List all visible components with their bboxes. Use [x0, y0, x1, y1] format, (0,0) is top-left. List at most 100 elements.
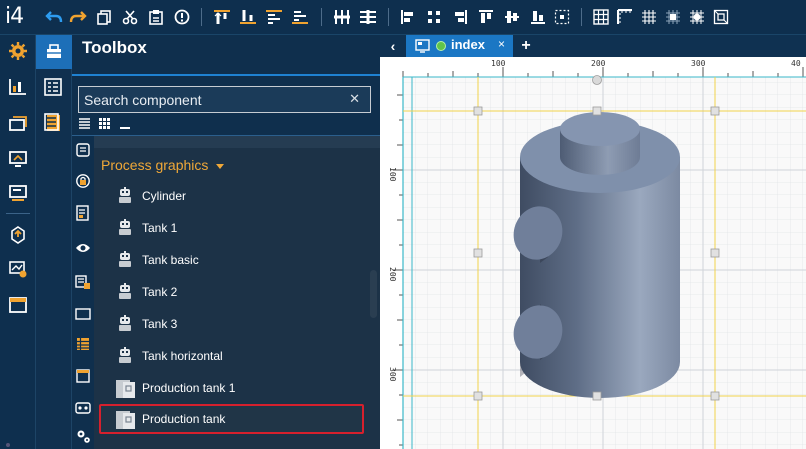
list-item[interactable]: Tank 1: [99, 213, 364, 243]
distribute-horizontal-icon[interactable]: [332, 6, 352, 28]
item-label: Tank basic: [142, 253, 199, 267]
list-item[interactable]: Production tank 1: [99, 373, 364, 403]
category-book-icon[interactable]: [75, 274, 91, 290]
align-top-icon[interactable]: [212, 6, 232, 28]
undo-icon[interactable]: [44, 6, 64, 28]
panel-switcher: [36, 35, 72, 449]
redo-icon[interactable]: [68, 6, 88, 28]
list-item[interactable]: Tank basic: [99, 245, 364, 275]
info-icon[interactable]: [172, 6, 192, 28]
list-view-icon[interactable]: [78, 117, 91, 135]
align-center-icon[interactable]: [424, 6, 444, 28]
list-item-selected[interactable]: Production tank: [99, 404, 364, 434]
window-icon[interactable]: [6, 293, 30, 317]
align-page-icon[interactable]: [552, 6, 572, 28]
dashboard-settings-icon[interactable]: [6, 257, 30, 281]
item-label: Tank 3: [142, 317, 178, 331]
category-display-icon[interactable]: [75, 306, 91, 322]
toolbar-separator: [581, 8, 582, 26]
item-label: Cylinder: [142, 189, 187, 203]
page-icon[interactable]: [44, 113, 62, 138]
snap-objects-icon[interactable]: [663, 6, 683, 28]
align-right-icon[interactable]: [450, 6, 470, 28]
robot-icon: [115, 314, 135, 334]
category-eye-icon[interactable]: [75, 240, 91, 256]
grid-view-icon[interactable]: [98, 117, 111, 135]
grid-icon[interactable]: [591, 6, 611, 28]
rotate-handle: [592, 75, 602, 85]
ruler-label: 200: [388, 267, 397, 282]
list-item[interactable]: Cylinder: [99, 181, 364, 211]
category-table-icon[interactable]: [75, 336, 91, 352]
panel-divider: [72, 74, 380, 76]
clear-search-icon[interactable]: ✕: [349, 91, 360, 107]
item-label: Tank horizontal: [142, 349, 223, 363]
align-baseline-icon[interactable]: [290, 6, 310, 28]
tabs-back-button[interactable]: ‹: [380, 35, 406, 57]
list-item[interactable]: Tank 2: [99, 277, 364, 307]
screen-icon: [415, 39, 430, 58]
design-canvas[interactable]: 100 200 300 40 100 200 300: [380, 57, 806, 449]
robot-icon: [115, 250, 135, 270]
chart-icon[interactable]: [6, 75, 30, 99]
list-header-strip: [94, 136, 380, 148]
app-logo: i4: [5, 4, 24, 29]
list-item[interactable]: Tank horizontal: [99, 341, 364, 371]
ruler-icon[interactable]: [615, 6, 635, 28]
align-vcenter-icon[interactable]: [264, 6, 284, 28]
align-bottom-edge-icon[interactable]: [528, 6, 548, 28]
robot-icon: [115, 218, 135, 238]
grid-settings-icon[interactable]: [687, 6, 707, 28]
ruler-label: 100: [388, 167, 397, 182]
component-list-icon[interactable]: [44, 78, 62, 101]
copy-icon[interactable]: [94, 6, 114, 28]
item-label: Production tank 1: [142, 381, 236, 395]
toolbar-separator: [201, 8, 202, 26]
component-icon: [115, 378, 135, 398]
list-item[interactable]: Tank 3: [99, 309, 364, 339]
list-scrollbar[interactable]: [370, 270, 377, 318]
align-top-edge-icon[interactable]: [476, 6, 496, 28]
distribute-vertical-icon[interactable]: [358, 6, 378, 28]
category-bar: [72, 136, 94, 449]
robot-icon: [115, 282, 135, 302]
sidebar-separator: [6, 213, 30, 214]
category-document-icon[interactable]: [75, 205, 91, 221]
tab-index[interactable]: index ×: [406, 35, 513, 57]
category-lock-icon[interactable]: [75, 173, 91, 189]
align-left-icon[interactable]: [398, 6, 418, 28]
group-process-graphics[interactable]: Process graphics: [101, 157, 225, 173]
close-tab-icon[interactable]: ×: [498, 37, 505, 51]
screens-icon[interactable]: [6, 111, 30, 135]
fit-icon[interactable]: [711, 6, 731, 28]
align-middle-icon[interactable]: [502, 6, 522, 28]
status-dot-icon: [436, 41, 446, 51]
caret-down-icon: [216, 163, 225, 169]
align-bottom-icon[interactable]: [238, 6, 258, 28]
tab-label: index: [451, 37, 485, 52]
category-video-icon[interactable]: [75, 400, 91, 416]
toolbox-title: Toolbox: [82, 38, 147, 57]
robot-icon: [115, 346, 135, 366]
monitor-icon[interactable]: [6, 147, 30, 171]
cut-icon[interactable]: [120, 6, 140, 28]
box-up-icon[interactable]: [6, 223, 30, 247]
category-gears-icon[interactable]: [75, 428, 91, 444]
category-list-icon[interactable]: [75, 142, 91, 158]
snap-grid-icon[interactable]: [639, 6, 659, 28]
add-tab-button[interactable]: +: [516, 35, 536, 57]
group-title: Process graphics: [101, 157, 209, 173]
item-label: Tank 2: [142, 285, 178, 299]
toolbar-separator: [321, 8, 322, 26]
ruler-label: 300: [691, 59, 706, 68]
settings-icon[interactable]: [6, 39, 30, 63]
component-icon: [115, 409, 135, 429]
terminal-icon[interactable]: [6, 181, 30, 205]
paste-icon[interactable]: [146, 6, 166, 28]
ruler-label: 200: [591, 59, 606, 68]
search-input[interactable]: [79, 87, 339, 112]
item-label: Production tank: [142, 412, 226, 426]
view-toggle-indicator: [120, 127, 130, 129]
toolbox-tab-active[interactable]: [36, 35, 72, 69]
category-window-icon[interactable]: [75, 368, 91, 384]
